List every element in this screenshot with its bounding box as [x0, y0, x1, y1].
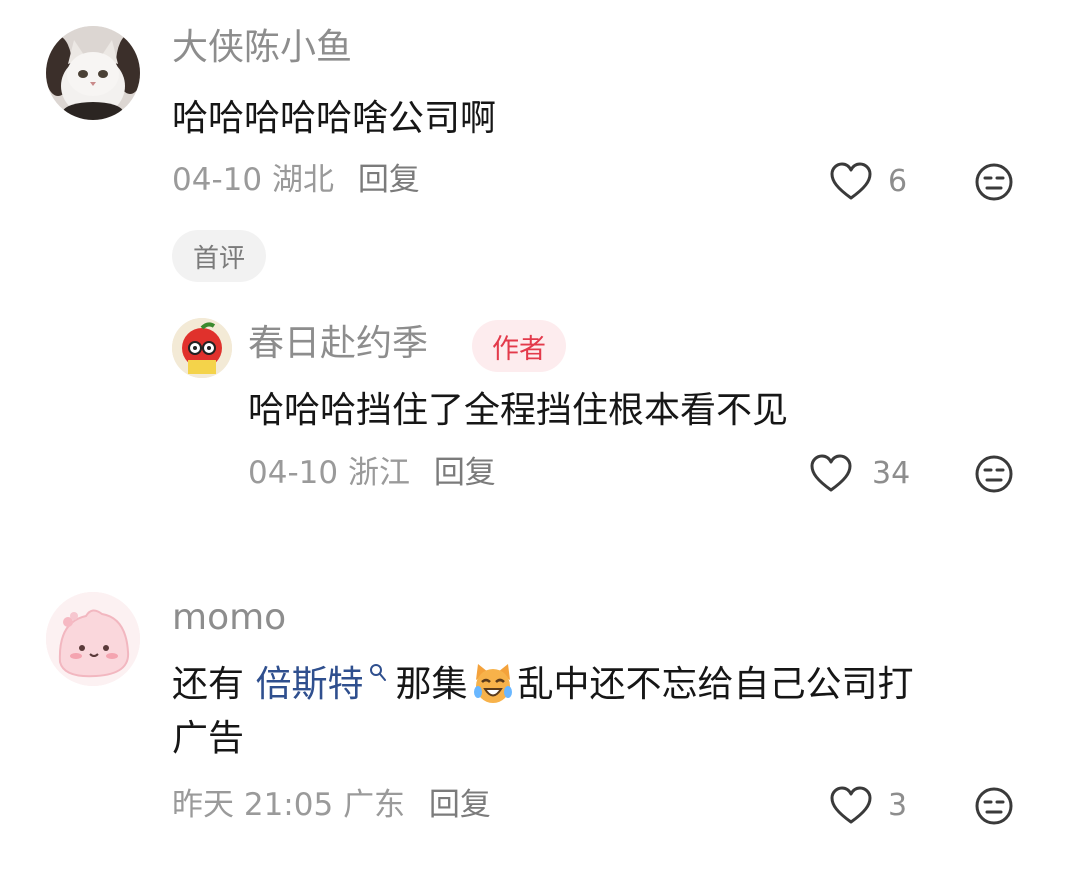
- dislike-button[interactable]: [974, 786, 1014, 826]
- like-button[interactable]: 3: [830, 784, 920, 828]
- comment-meta: 04-10 湖北 回复: [172, 165, 420, 196]
- reply-meta: 04-10 浙江 回复: [248, 458, 496, 489]
- comment-date: 04-10: [172, 162, 263, 198]
- reply-button[interactable]: 回复: [434, 455, 496, 491]
- reply-location: 浙江: [347, 455, 410, 491]
- first-comment-tag: 首评: [172, 230, 266, 282]
- username[interactable]: momo: [172, 600, 286, 636]
- reply-text: 哈哈哈挡住了全程挡住根本看不见: [248, 390, 789, 431]
- search-link[interactable]: 倍斯特: [255, 664, 363, 705]
- heart-icon: [830, 162, 872, 200]
- comment-meta: 昨天 21:05 广东 回复: [172, 790, 491, 821]
- pink-blob-avatar-icon: [46, 592, 140, 686]
- username[interactable]: 春日赴约季: [248, 326, 428, 362]
- reply-button[interactable]: 回复: [358, 162, 420, 198]
- like-button[interactable]: 6: [830, 160, 920, 204]
- user-avatar[interactable]: [46, 592, 140, 686]
- comment-text-segment: 乱中还不忘给自己公司打: [517, 664, 914, 705]
- apple-character-avatar-icon: [172, 318, 232, 378]
- dislike-button[interactable]: [974, 162, 1014, 202]
- comment-location: 广东: [343, 787, 406, 823]
- username[interactable]: 大侠陈小鱼: [172, 30, 352, 66]
- user-avatar[interactable]: [46, 26, 140, 120]
- comment-text-segment: 还有: [172, 664, 245, 705]
- neutral-face-icon: [975, 163, 1013, 201]
- author-badge: 作者: [472, 320, 566, 372]
- neutral-face-icon: [975, 455, 1013, 493]
- comment-item: momo 还有 倍斯特 那集 乱中还不忘给自己公司打 广告 昨天 21:05 广东…: [0, 580, 1080, 879]
- reply-date: 04-10: [248, 455, 339, 491]
- reply-item: 春日赴约季 作者 哈哈哈挡住了全程挡住根本看不见 04-10 浙江 回复 34: [0, 300, 1080, 510]
- like-count: 3: [888, 788, 908, 823]
- like-count: 34: [872, 456, 911, 491]
- heart-icon: [830, 786, 872, 824]
- like-button[interactable]: 34: [810, 452, 920, 496]
- heart-icon: [810, 454, 852, 492]
- reply-button[interactable]: 回复: [429, 787, 491, 823]
- dislike-button[interactable]: [974, 454, 1014, 494]
- laughing-cat-emoji-icon: [473, 664, 512, 703]
- comment-text-segment: 那集: [395, 664, 468, 705]
- comment-text-segment: 广告: [172, 718, 245, 759]
- comment-text: 还有 倍斯特 那集 乱中还不忘给自己公司打 广告: [172, 658, 1032, 766]
- comment-date: 昨天 21:05: [172, 787, 334, 823]
- comment-item: 大侠陈小鱼 哈哈哈哈哈啥公司啊 04-10 湖北 回复 6 首评: [0, 0, 1080, 300]
- comment-text: 哈哈哈哈哈啥公司啊: [172, 98, 497, 139]
- user-avatar[interactable]: [172, 318, 232, 378]
- neutral-face-icon: [975, 787, 1013, 825]
- search-icon[interactable]: [369, 663, 387, 683]
- cat-avatar-icon: [46, 26, 140, 120]
- like-count: 6: [888, 164, 908, 199]
- comment-location: 湖北: [271, 162, 334, 198]
